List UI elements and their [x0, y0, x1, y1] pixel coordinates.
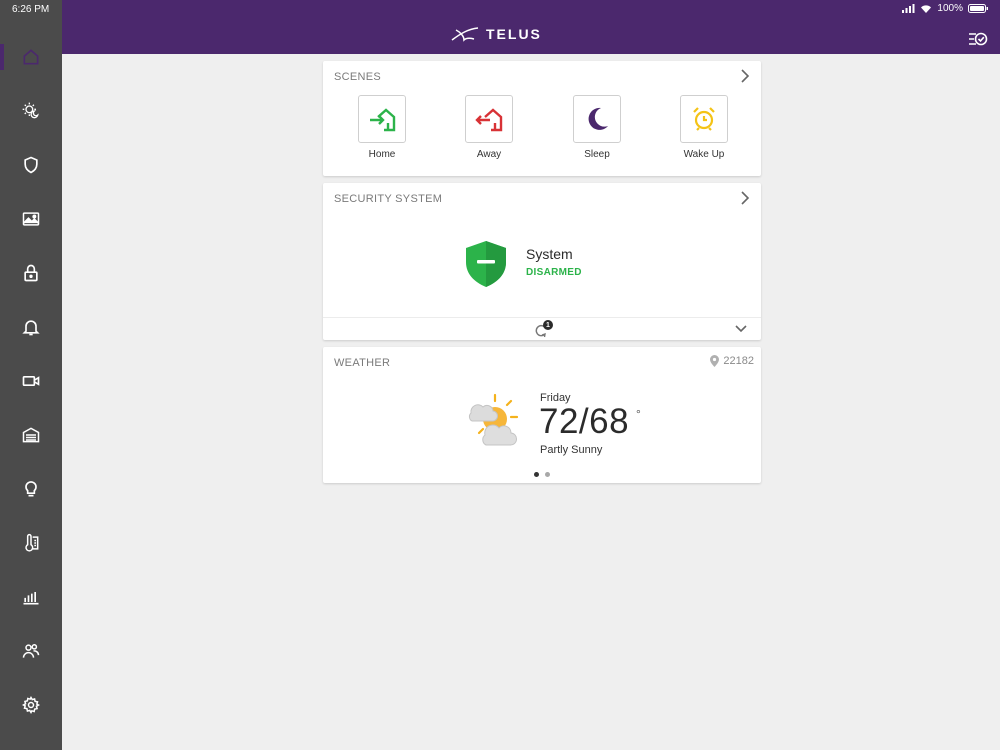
sidebar-item-settings[interactable]	[0, 678, 62, 732]
sidebar-item-alerts[interactable]	[0, 300, 62, 354]
bell-icon	[22, 320, 40, 336]
sidebar-item-home[interactable]	[0, 30, 62, 84]
sidebar: 6:26 PM	[0, 0, 62, 750]
scene-wakeup-button[interactable]: Wake Up	[680, 95, 728, 160]
zip-code: 22182	[723, 355, 754, 367]
status-time: 6:26 PM	[12, 4, 50, 15]
thermostat-icon	[25, 533, 39, 552]
sidebar-item-scenes[interactable]	[0, 84, 62, 138]
location-pin-icon	[710, 355, 720, 367]
scene-sleep-tile	[573, 95, 621, 143]
scene-away-tile	[465, 95, 513, 143]
shield-icon	[24, 156, 38, 174]
partly-sunny-icon	[468, 393, 519, 446]
scene-away-label: Away	[476, 149, 502, 160]
image-icon	[22, 212, 40, 226]
notification-badge: 1	[543, 320, 553, 330]
chevron-down-icon[interactable]	[735, 324, 747, 334]
users-icon	[22, 644, 40, 658]
sidebar-item-security[interactable]	[0, 138, 62, 192]
scene-home-tile	[358, 95, 406, 143]
sidebar-item-users[interactable]	[0, 624, 62, 678]
sidebar-item-thermostat[interactable]	[0, 516, 62, 570]
weather-location[interactable]: 22182	[710, 355, 754, 367]
scene-wakeup-label: Wake Up	[683, 149, 725, 160]
task-list-icon[interactable]	[968, 30, 988, 48]
status-indicators: 100%	[902, 3, 988, 14]
scene-sleep-label: Sleep	[584, 149, 610, 160]
moon-icon	[588, 107, 608, 130]
page-dot-2[interactable]	[545, 472, 550, 477]
alarm-clock-icon	[693, 107, 715, 131]
sidebar-item-garage[interactable]	[0, 408, 62, 462]
scene-home-button[interactable]: Home	[358, 95, 406, 160]
scene-wakeup-tile	[680, 95, 728, 143]
home-icon	[23, 49, 39, 65]
page-indicator	[534, 472, 550, 477]
app-header: 100% TELUS	[62, 0, 1000, 54]
signal-icon	[902, 4, 915, 13]
sidebar-item-energy[interactable]	[0, 570, 62, 624]
scene-sleep-button[interactable]: Sleep	[573, 95, 621, 160]
sidebar-item-locks[interactable]	[0, 246, 62, 300]
home-leave-icon	[475, 108, 503, 132]
sidebar-item-images[interactable]	[0, 192, 62, 246]
security-shield-icon[interactable]	[464, 240, 508, 288]
security-card: SECURITY SYSTEM System DISARMED 1	[323, 183, 761, 340]
scenes-card: SCENES Home Away Sleep Wake Up	[323, 61, 761, 176]
lock-icon	[24, 264, 38, 282]
wifi-icon	[921, 5, 932, 13]
weather-card: WEATHER 22182 Friday 72/68 ° Partly Sunn…	[323, 347, 761, 483]
weather-condition: Partly Sunny	[540, 444, 603, 456]
degree-symbol: °	[636, 407, 641, 421]
scenes-title: SCENES	[334, 71, 382, 83]
telus-logo-mark-icon	[451, 27, 479, 42]
video-camera-icon	[22, 376, 40, 386]
weather-temperature: 72/68	[539, 402, 630, 441]
telus-logo: TELUS	[450, 26, 542, 42]
divider	[323, 317, 761, 318]
battery-icon	[968, 4, 988, 13]
lightbulb-icon	[25, 481, 37, 497]
sidebar-item-lights[interactable]	[0, 462, 62, 516]
chevron-right-icon[interactable]	[739, 69, 751, 83]
chevron-right-icon[interactable]	[739, 191, 751, 205]
scenes-icon	[22, 102, 39, 119]
home-arrive-icon	[370, 108, 396, 132]
page-dot-1[interactable]	[534, 472, 539, 477]
weather-title: WEATHER	[334, 357, 391, 369]
bar-chart-icon	[23, 592, 39, 605]
security-status-badge: DISARMED	[526, 267, 582, 278]
scene-home-label: Home	[368, 149, 396, 160]
battery-percent: 100%	[937, 3, 963, 14]
garage-icon	[22, 427, 40, 443]
system-label: System	[526, 246, 573, 262]
sidebar-item-video[interactable]	[0, 354, 62, 408]
scene-away-button[interactable]: Away	[465, 95, 513, 160]
gear-icon	[21, 695, 41, 715]
security-title: SECURITY SYSTEM	[334, 193, 443, 205]
brand-name: TELUS	[486, 26, 542, 42]
